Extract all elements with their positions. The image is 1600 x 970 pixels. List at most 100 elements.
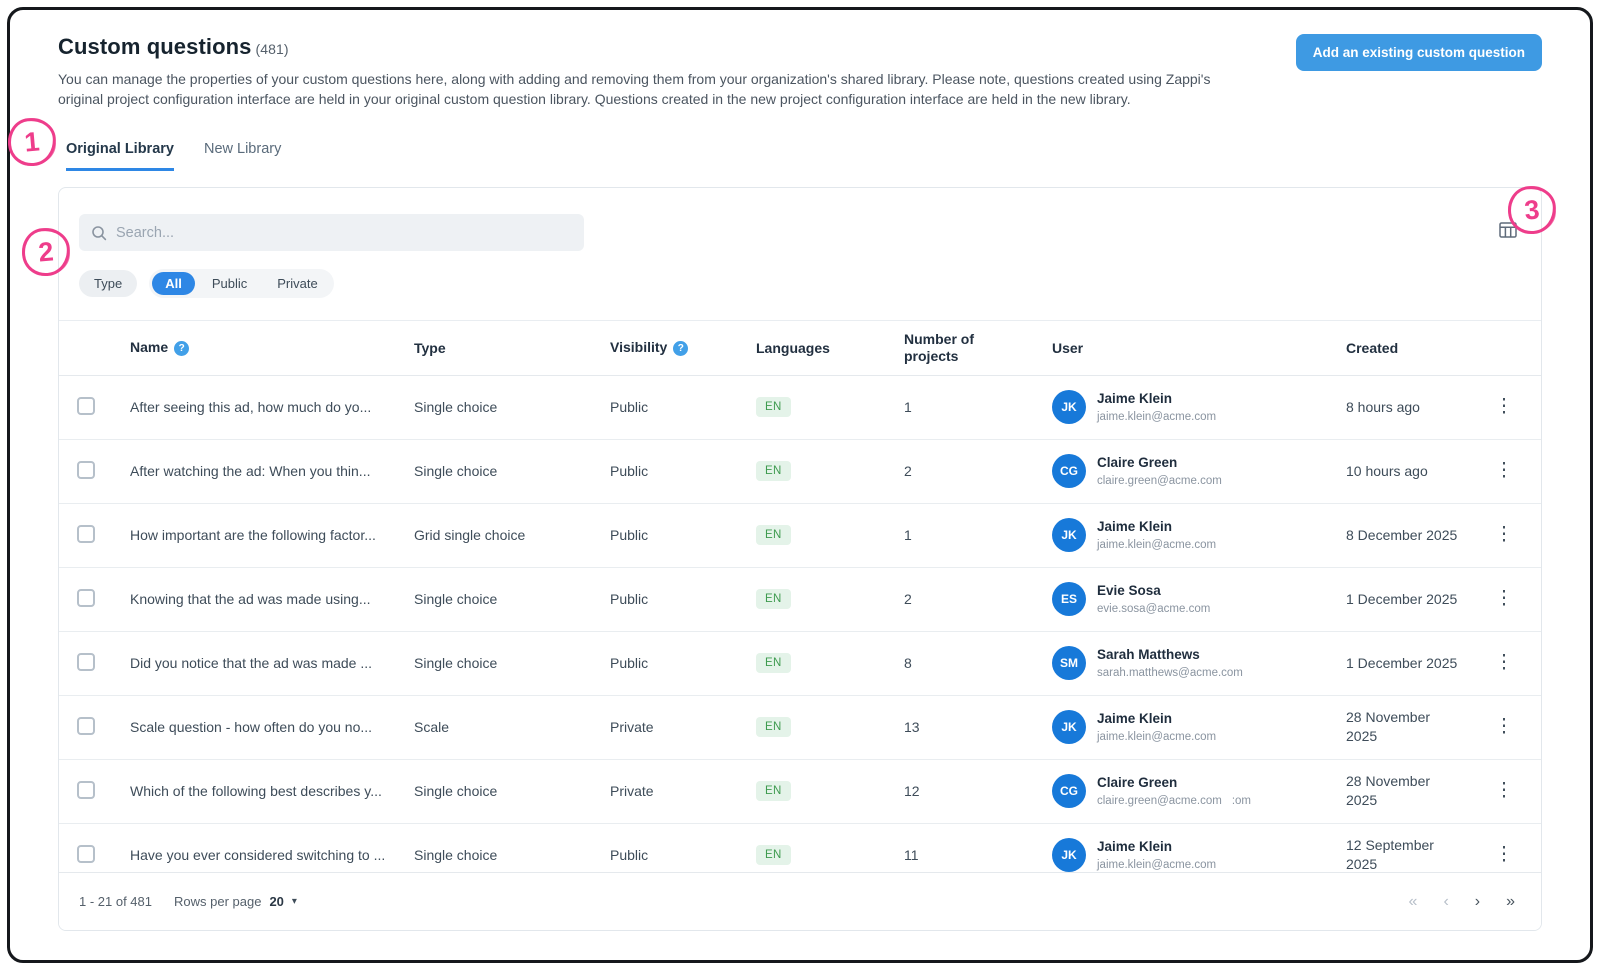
cell-name[interactable]: How important are the following factor..… — [130, 503, 414, 567]
pagination-prev-button[interactable]: ‹ — [1443, 893, 1448, 911]
name-help-icon[interactable]: ? — [174, 341, 189, 356]
cell-actions: ⋮ — [1494, 503, 1541, 567]
header-checkbox-spacer — [59, 321, 130, 375]
row-checkbox[interactable] — [77, 653, 95, 671]
kebab-menu-icon[interactable]: ⋮ — [1494, 653, 1514, 673]
tab-original-library[interactable]: Original Library — [66, 141, 174, 171]
cell-languages: EN — [756, 439, 904, 503]
created-line1: 1 December 2025 — [1346, 654, 1486, 673]
user-name: Sarah Matthews — [1097, 646, 1253, 663]
kebab-menu-icon[interactable]: ⋮ — [1494, 589, 1514, 609]
kebab-menu-icon[interactable]: ⋮ — [1494, 845, 1514, 865]
cell-projects: 1 — [904, 375, 1052, 439]
table-row: How important are the following factor..… — [59, 503, 1541, 567]
row-checkbox[interactable] — [77, 461, 95, 479]
user-name: Evie Sosa — [1097, 582, 1220, 599]
row-checkbox[interactable] — [77, 589, 95, 607]
avatar: JK — [1052, 838, 1086, 872]
search-box[interactable] — [79, 214, 584, 251]
rows-per-page-control[interactable]: Rows per page 20 ▾ — [174, 894, 297, 909]
filter-type-label: Type — [79, 270, 137, 297]
cell-name[interactable]: Knowing that the ad was made using... — [130, 567, 414, 631]
cell-user: JK Jaime Klein jaime.klein@acme.com — [1052, 503, 1346, 567]
rows-per-page-value[interactable]: 20 — [269, 894, 283, 909]
user-email: claire.green@acme.com — [1097, 475, 1222, 487]
pagination-first-button[interactable]: « — [1409, 893, 1418, 911]
language-badge: EN — [756, 845, 791, 865]
column-header-projects: Number of projects — [904, 321, 1052, 375]
visibility-help-icon[interactable]: ? — [673, 341, 688, 356]
row-checkbox[interactable] — [77, 397, 95, 415]
kebab-menu-icon[interactable]: ⋮ — [1494, 397, 1514, 417]
created-line1: 1 December 2025 — [1346, 590, 1486, 609]
pagination-last-button[interactable]: » — [1506, 893, 1515, 911]
page-title: Custom questions — [58, 34, 252, 59]
cell-name[interactable]: Have you ever considered switching to ..… — [130, 823, 414, 872]
kebab-menu-icon[interactable]: ⋮ — [1494, 781, 1514, 801]
cell-name[interactable]: Did you notice that the ad was made ... — [130, 631, 414, 695]
row-checkbox[interactable] — [77, 845, 95, 863]
language-badge: EN — [756, 589, 791, 609]
column-header-actions — [1494, 321, 1541, 375]
column-header-visibility: Visibility? — [610, 321, 756, 375]
cell-type: Single choice — [414, 567, 610, 631]
row-checkbox[interactable] — [77, 781, 95, 799]
cell-visibility: Public — [610, 503, 756, 567]
cell-name[interactable]: Which of the following best describes y.… — [130, 759, 414, 823]
table-row: Have you ever considered switching to ..… — [59, 823, 1541, 872]
cell-actions: ⋮ — [1494, 823, 1541, 872]
screenshot-canvas: Custom questions(481) You can manage the… — [0, 0, 1600, 970]
language-badge: EN — [756, 781, 791, 801]
cell-languages: EN — [756, 759, 904, 823]
user-name: Jaime Klein — [1097, 838, 1226, 855]
cell-name[interactable]: After watching the ad: When you thin... — [130, 439, 414, 503]
kebab-menu-icon[interactable]: ⋮ — [1494, 525, 1514, 545]
table-row: Scale question - how often do you no... … — [59, 695, 1541, 759]
cell-actions: ⋮ — [1494, 375, 1541, 439]
cell-visibility: Public — [610, 439, 756, 503]
table-row: After seeing this ad, how much do yo... … — [59, 375, 1541, 439]
row-checkbox[interactable] — [77, 525, 95, 543]
cell-name[interactable]: After seeing this ad, how much do yo... — [130, 375, 414, 439]
filter-bar: Type All Public Private — [59, 269, 1541, 298]
user-email: jaime.klein@acme.com — [1097, 411, 1216, 423]
user-name: Claire Green — [1097, 454, 1232, 471]
add-existing-question-button[interactable]: Add an existing custom question — [1296, 34, 1542, 71]
cell-languages: EN — [756, 567, 904, 631]
cell-visibility: Public — [610, 631, 756, 695]
language-badge: EN — [756, 397, 791, 417]
cell-languages: EN — [756, 631, 904, 695]
created-line1: 28 November — [1346, 708, 1486, 727]
page-header: Custom questions(481) You can manage the… — [58, 34, 1542, 109]
column-header-type: Type — [414, 321, 610, 375]
pagination-range: 1 - 21 of 481 — [79, 894, 152, 909]
filter-private-chip[interactable]: Private — [264, 272, 330, 295]
cell-projects: 13 — [904, 695, 1052, 759]
cell-created: 8 December 2025 — [1346, 503, 1494, 567]
user-email: sarah.matthews@acme.com — [1097, 667, 1243, 679]
pagination-next-button[interactable]: › — [1475, 893, 1480, 911]
search-input[interactable] — [116, 225, 572, 241]
language-badge: EN — [756, 461, 791, 481]
questions-table: Name? Type Visibility? Languages Number … — [59, 321, 1541, 872]
cell-actions: ⋮ — [1494, 439, 1541, 503]
title-block: Custom questions(481) You can manage the… — [58, 34, 1243, 109]
cell-created: 10 hours ago — [1346, 439, 1494, 503]
created-line2: 2025 — [1346, 727, 1486, 746]
cell-visibility: Public — [610, 375, 756, 439]
page-count: (481) — [256, 41, 289, 57]
row-checkbox[interactable] — [77, 717, 95, 735]
cell-type: Single choice — [414, 375, 610, 439]
tab-new-library[interactable]: New Library — [204, 141, 281, 171]
column-header-name: Name? — [130, 321, 414, 375]
filter-all-chip[interactable]: All — [152, 272, 195, 295]
filter-public-chip[interactable]: Public — [199, 272, 260, 295]
avatar: CG — [1052, 774, 1086, 808]
cell-name[interactable]: Scale question - how often do you no... — [130, 695, 414, 759]
table-body: After seeing this ad, how much do yo... … — [59, 375, 1541, 872]
user-name: Jaime Klein — [1097, 390, 1226, 407]
kebab-menu-icon[interactable]: ⋮ — [1494, 461, 1514, 481]
kebab-menu-icon[interactable]: ⋮ — [1494, 717, 1514, 737]
cell-created: 28 November 2025 — [1346, 695, 1494, 759]
created-line2: 2025 — [1346, 855, 1486, 872]
